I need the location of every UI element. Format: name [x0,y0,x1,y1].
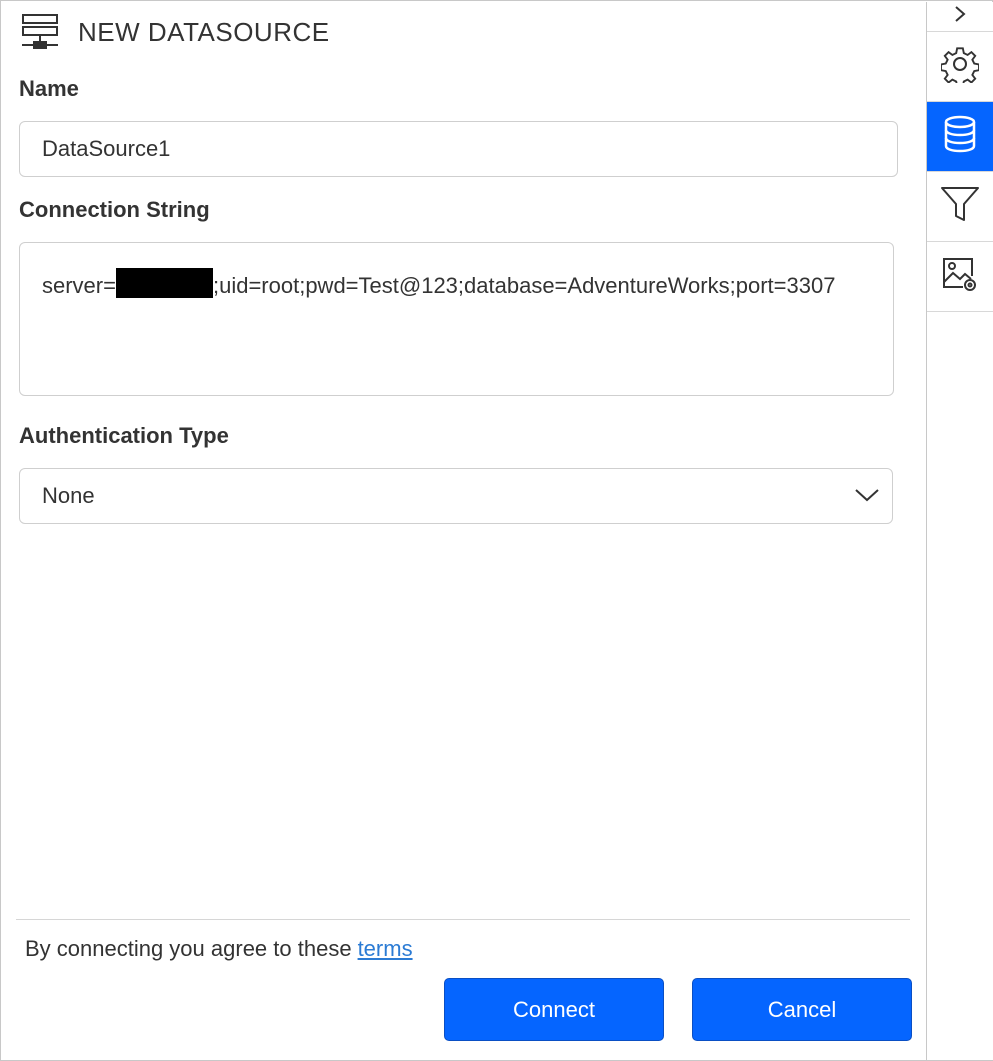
name-input[interactable]: DataSource1 [19,121,898,177]
sidebar-item-settings[interactable] [927,32,993,102]
connection-string-prefix: server= [42,273,116,298]
authentication-type-label: Authentication Type [19,423,229,448]
authentication-type-value: None [42,483,95,508]
filter-icon [940,185,980,228]
sidebar-item-filter[interactable] [927,172,993,242]
server-icon [20,12,60,52]
database-icon [943,115,977,158]
connect-button[interactable]: Connect [444,978,664,1041]
chevron-down-icon [854,483,880,509]
sidebar-collapse-button[interactable] [927,2,993,32]
panel-header: NEW DATASOURCE [20,12,330,52]
chevron-right-icon [953,5,967,28]
terms-link[interactable]: terms [358,936,413,961]
footer-divider [16,919,910,920]
sidebar-item-data[interactable] [927,102,993,172]
main-panel: NEW DATASOURCE Name DataSource1 Connecti… [2,2,926,1060]
terms-text: By connecting you agree to these [25,936,352,961]
name-label: Name [19,76,79,101]
right-sidebar [926,2,993,1060]
connection-string-label: Connection String [19,197,210,222]
connection-string-input[interactable]: server= ;uid=root;pwd=Test@123;database=A… [19,242,894,396]
terms-notice: By connecting you agree to these terms [25,936,413,962]
cancel-button[interactable]: Cancel [692,978,912,1041]
page-title: NEW DATASOURCE [78,16,330,47]
name-input-value: DataSource1 [42,136,171,161]
datasource-panel: NEW DATASOURCE Name DataSource1 Connecti… [0,0,993,1061]
connection-string-suffix: ;uid=root;pwd=Test@123;database=Adventur… [212,273,836,298]
redacted-server [115,268,213,298]
authentication-type-dropdown[interactable]: None [19,468,893,524]
sidebar-item-image-settings[interactable] [927,242,993,312]
image-settings-icon [941,255,979,298]
gear-icon [940,45,980,88]
